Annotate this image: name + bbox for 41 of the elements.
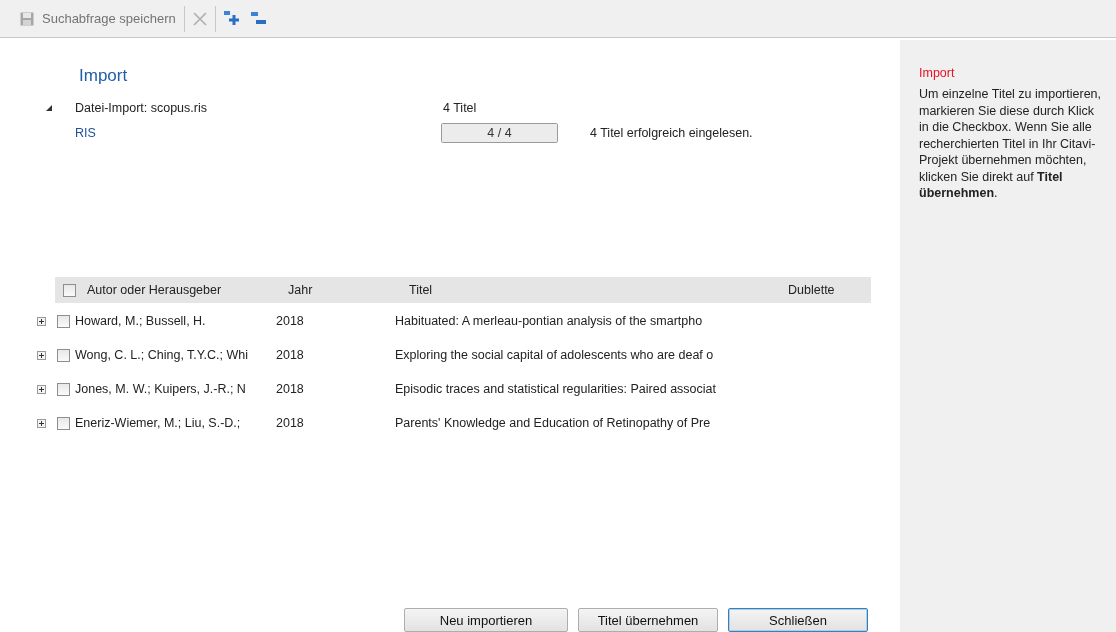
table-cell-text: 2018 xyxy=(276,314,305,328)
expand-icon[interactable] xyxy=(37,316,46,326)
table-cell-text: Episodic traces and statistical regularities: Paired associat xyxy=(395,382,717,396)
table-cell-text: 2018 xyxy=(276,382,305,396)
row-checkbox[interactable] xyxy=(57,314,70,328)
import-source: Datei-Import: scopus.ris xyxy=(75,101,208,115)
column-header[interactable]: Dublette xyxy=(788,283,835,297)
dialog-button[interactable]: Schließen xyxy=(728,608,868,632)
table-cell-text: Jones, M. W.; Kuipers, J.-R.; N xyxy=(75,382,247,396)
collapse-all-icon xyxy=(250,12,266,25)
format-label: RIS xyxy=(75,126,97,140)
table-cell-text: Habituated: A merleau-pontian analysis of the smartpho xyxy=(395,314,704,328)
expand-all-icon xyxy=(223,11,239,26)
table-cell-text: Exploring the social capital of adolescents who are deaf o xyxy=(395,348,715,362)
expand-icon[interactable] xyxy=(37,418,46,428)
section-title: Import xyxy=(79,66,129,86)
title-count: 4 Titel xyxy=(443,101,477,115)
save-icon xyxy=(20,11,34,26)
expand-icon[interactable] xyxy=(37,384,46,394)
dialog-button[interactable]: Neu importieren xyxy=(404,608,568,632)
table-cell-text: Wong, C. L.; Ching, T.Y.C.; Whi xyxy=(75,348,249,362)
select-all-checkbox[interactable] xyxy=(63,283,76,297)
table-cell-text: Howard, M.; Bussell, H. xyxy=(75,314,207,328)
row-checkbox[interactable] xyxy=(57,416,70,430)
table-cell-text: 2018 xyxy=(276,348,305,362)
row-checkbox[interactable] xyxy=(57,348,70,362)
close-icon xyxy=(192,11,207,26)
help-title: Import xyxy=(919,66,956,80)
collapse-arrow-icon[interactable] xyxy=(44,103,54,113)
row-checkbox[interactable] xyxy=(57,382,70,396)
table-cell-text: 2018 xyxy=(276,416,305,430)
table-cell-text: Parents' Knowledge and Education of Retinopathy of Pre xyxy=(395,416,712,430)
column-header[interactable]: Autor oder Herausgeber xyxy=(87,283,288,297)
status-message: 4 Titel erfolgreich eingelesen. xyxy=(590,126,753,140)
table-cell-text: Eneriz-Wiemer, M.; Liu, S.-D.; xyxy=(75,416,242,430)
expand-icon[interactable] xyxy=(37,350,46,360)
dialog-button[interactable]: Titel übernehmen xyxy=(578,608,718,632)
column-header[interactable]: Titel xyxy=(409,283,788,297)
progress-text: 4 / 4 xyxy=(487,126,512,140)
help-text: Um einzelne Titel zu importieren, markieren Sie diese durch Klick in die Checkbox. Wenn Sie alle recherchierten Titel in Ihr Citavi-Projekt übernehmen möchten, klicken Sie direkt auf Titel übernehmen. xyxy=(919,86,1103,202)
column-header[interactable]: Jahr xyxy=(288,283,409,297)
